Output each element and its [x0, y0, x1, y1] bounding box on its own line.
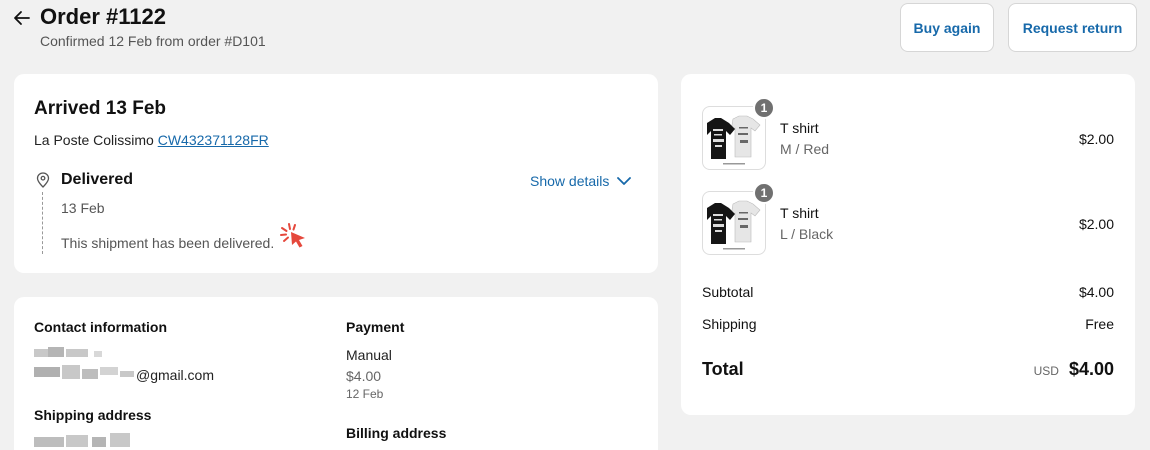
- product-thumbnail: 1: [702, 97, 775, 170]
- page-title: Order #1122: [40, 4, 166, 29]
- back-arrow-icon[interactable]: [12, 8, 32, 28]
- shipment-heading: Arrived 13 Feb: [34, 98, 166, 119]
- location-pin-icon: [36, 172, 50, 188]
- delivery-message: This shipment has been delivered.: [61, 235, 275, 251]
- item-name: T shirt: [780, 205, 819, 221]
- total-currency: USD: [1033, 364, 1059, 378]
- chevron-down-icon: [617, 176, 632, 185]
- delivery-status: Delivered: [61, 171, 134, 188]
- payment-method: Manual: [346, 347, 392, 363]
- payment-amount: $4.00: [346, 368, 382, 384]
- quantity-badge: 1: [753, 97, 775, 119]
- item-price: $2.00: [1078, 131, 1114, 147]
- timeline-line: [42, 192, 43, 254]
- product-thumbnail: 1: [702, 182, 775, 255]
- billing-address-heading: Billing address: [346, 425, 447, 441]
- tshirt-image-icon: [707, 200, 761, 250]
- contact-email: @gmail.com: [136, 367, 215, 383]
- item-price: $2.00: [1078, 216, 1114, 232]
- item-variant: L / Black: [780, 226, 834, 242]
- subtotal-label: Subtotal: [702, 284, 754, 300]
- quantity-badge: 1: [753, 182, 775, 204]
- page-subtitle: Confirmed 12 Feb from order #D101: [40, 33, 266, 49]
- delivery-date: 13 Feb: [61, 200, 105, 216]
- show-details-button[interactable]: Show details: [530, 173, 632, 189]
- total-value: $4.00: [1068, 359, 1114, 379]
- buy-again-button[interactable]: Buy again: [900, 3, 994, 52]
- redacted-contact-name: [34, 347, 134, 385]
- contact-heading: Contact information: [34, 319, 167, 335]
- total-label: Total: [702, 359, 744, 379]
- order-summary-card: 1 T shirt M / Red $2.00 1 T shirt L / Bl…: [681, 74, 1135, 415]
- payment-date: 12 Feb: [346, 387, 384, 401]
- item-name: T shirt: [780, 120, 819, 136]
- subtotal-value: $4.00: [1078, 284, 1114, 300]
- shipment-card: Arrived 13 Feb La Poste Colissimo CW4323…: [14, 74, 658, 273]
- carrier-line: La Poste Colissimo CW432371128FR: [34, 132, 269, 148]
- carrier-name: La Poste Colissimo: [34, 132, 154, 148]
- shipping-address-heading: Shipping address: [34, 407, 152, 423]
- tracking-link[interactable]: CW432371128FR: [158, 132, 269, 148]
- shipping-value: Free: [1085, 316, 1114, 332]
- click-cursor-icon: [280, 223, 305, 248]
- total-amount: USD $4.00: [1034, 359, 1114, 380]
- request-return-button[interactable]: Request return: [1008, 3, 1137, 52]
- shipping-label: Shipping: [702, 316, 757, 332]
- redacted-shipping-address: [34, 431, 134, 449]
- payment-heading: Payment: [346, 319, 405, 335]
- tshirt-image-icon: [707, 115, 761, 165]
- item-variant: M / Red: [780, 141, 830, 157]
- customer-info-card: Contact information @gmail.com Shipping …: [14, 297, 658, 450]
- show-details-label: Show details: [530, 173, 610, 189]
